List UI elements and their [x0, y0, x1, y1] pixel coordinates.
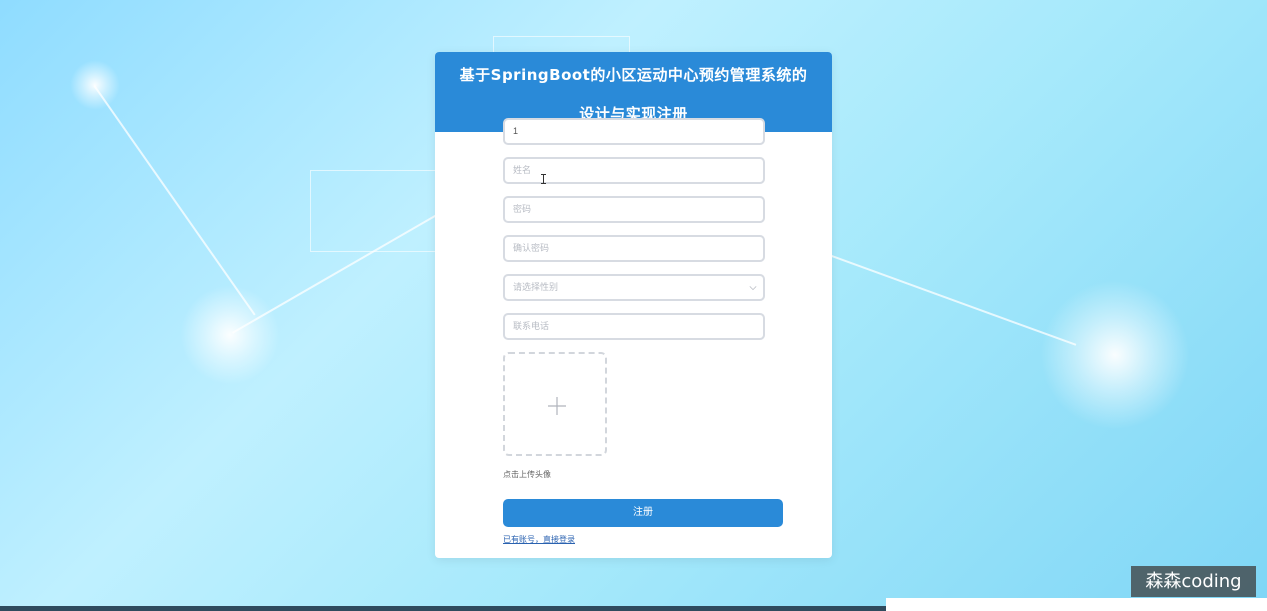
background-line [831, 255, 1077, 346]
login-link[interactable]: 已有账号，直接登录 [503, 534, 575, 545]
account-input[interactable]: 1 [503, 118, 765, 145]
background-line [93, 85, 256, 316]
phone-input[interactable]: 联系电话 [503, 313, 765, 340]
upload-label: 点击上传头像 [503, 470, 551, 479]
password-input[interactable]: 密码 [503, 196, 765, 223]
register-card: 基于SpringBoot的小区运动中心预约管理系统的 设计与实现注册 1 姓名 … [435, 52, 832, 558]
avatar-upload[interactable] [503, 352, 607, 456]
text-cursor-icon [541, 174, 546, 184]
bottom-strip [886, 598, 1267, 611]
background-glow-top [70, 60, 120, 110]
gender-select-label: 请选择性别 [513, 282, 559, 292]
plus-icon [548, 397, 566, 415]
gender-select[interactable]: 请选择性别 [503, 274, 765, 301]
register-button[interactable]: 注册 [503, 499, 783, 527]
watermark: 森森coding [1131, 566, 1256, 597]
background-glow-right [1040, 280, 1190, 430]
confirm-password-input[interactable]: 确认密码 [503, 235, 765, 262]
background-line [232, 212, 441, 334]
background-frame [310, 170, 442, 252]
page-title-line1: 基于SpringBoot的小区运动中心预约管理系统的 [459, 66, 808, 84]
bottom-bar [0, 606, 886, 611]
chevron-down-icon [749, 286, 757, 291]
background-glow-left [180, 285, 280, 385]
